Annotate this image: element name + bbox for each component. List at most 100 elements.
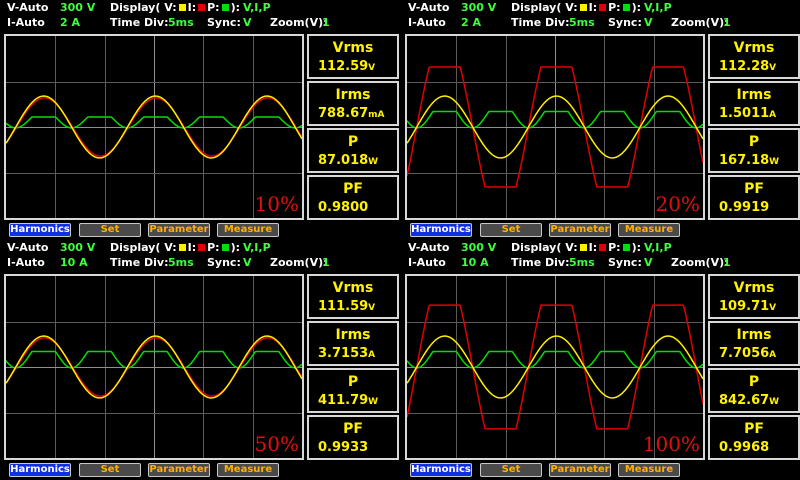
v-range-value: 300 V [60, 241, 96, 254]
load-percentage: 50% [254, 432, 299, 456]
measure-button[interactable]: Measure [618, 463, 680, 477]
parameter-button[interactable]: Parameter [549, 223, 611, 237]
measure-button[interactable]: Measure [217, 463, 279, 477]
v-mode-label: V-Auto [408, 241, 450, 254]
status-header: V-Auto 300 V I-Auto 10 A Time Div: 5ms Sync: V Z… [401, 240, 800, 272]
display-close-label: ): [230, 1, 241, 14]
set-button[interactable]: Set [79, 463, 141, 477]
display-close-label: ): [631, 1, 642, 14]
measurement-unit: mA [368, 110, 385, 120]
display-i-label: I: [187, 241, 197, 254]
measurement-pf: PF 0.9919 [708, 175, 800, 220]
measurement-name: Vrms [332, 40, 374, 56]
measurement-irms: Irms 788.67mA [307, 81, 399, 126]
parameter-button[interactable]: Parameter [148, 223, 210, 237]
set-button[interactable]: Set [79, 223, 141, 237]
i-mode-label: I-Auto [408, 16, 446, 29]
time-div-label: Time Div: [110, 256, 169, 269]
measurement-number: 112.59 [318, 59, 369, 74]
measurement-value: 3.7153A [318, 346, 375, 361]
measurement-name: Vrms [332, 280, 374, 296]
display-label: Display( V: [110, 241, 177, 254]
harmonics-button[interactable]: Harmonics [410, 223, 472, 237]
i-mode-label: I-Auto [7, 16, 45, 29]
measurement-name: Vrms [733, 280, 775, 296]
softkey-bar: Harmonics Set Parameter Measure [0, 462, 399, 478]
scope-grid [6, 36, 302, 218]
display-value: V,I,P [644, 1, 672, 14]
voltage-color-swatch [579, 4, 587, 11]
measurement-name: Irms [736, 327, 772, 343]
measurement-number: 0.9968 [719, 440, 770, 455]
display-i-label: I: [187, 1, 197, 14]
measurement-value: 112.28V [719, 59, 776, 74]
display-setting[interactable]: Display( V: I: P:): V,I,P [511, 1, 672, 15]
measurement-value: 1.5011A [719, 106, 776, 121]
measurement-vrms: Vrms 112.28V [708, 34, 800, 79]
waveform-display: 10% [4, 34, 304, 220]
set-button[interactable]: Set [480, 463, 542, 477]
measurement-vrms: Vrms 109.71V [708, 274, 800, 319]
zoom-value: 1 [322, 256, 330, 269]
measure-button[interactable]: Measure [217, 223, 279, 237]
sync-label: Sync: [207, 16, 241, 29]
measure-button[interactable]: Measure [618, 223, 680, 237]
measurement-name: Irms [736, 87, 772, 103]
waveform-display: 50% [4, 274, 304, 460]
i-range-value: 10 A [60, 256, 88, 269]
zoom-label: Zoom(V): [671, 256, 729, 269]
v-range-value: 300 V [461, 1, 497, 14]
zoom-label: Zoom(V): [671, 16, 729, 29]
measurement-panel: Vrms 112.28V Irms 1.5011A P 167.18W PF 0.9919 [708, 34, 800, 220]
measurement-unit: A [368, 350, 376, 360]
harmonics-button[interactable]: Harmonics [9, 463, 71, 477]
sync-label: Sync: [608, 16, 642, 29]
measurement-number: 0.9800 [318, 200, 369, 215]
measurement-number: 842.67 [719, 393, 770, 408]
i-range-value: 10 A [461, 256, 489, 269]
measurement-unit: W [769, 157, 780, 167]
measurement-unit: W [769, 397, 780, 407]
display-setting[interactable]: Display( V: I: P:): V,I,P [110, 1, 271, 15]
measurement-panel: Vrms 112.59V Irms 788.67mA P 87.018W PF 0.9800 [307, 34, 399, 220]
power-color-swatch [221, 4, 229, 11]
display-setting[interactable]: Display( V: I: P:): V,I,P [511, 241, 672, 255]
time-div-label: Time Div: [110, 16, 169, 29]
measurement-number: 0.9933 [318, 440, 369, 455]
sync-value: V [243, 16, 252, 29]
measurement-number: 112.28 [719, 59, 770, 74]
measurement-value: 7.7056A [719, 346, 776, 361]
display-p-label: P: [608, 1, 621, 14]
display-label: Display( V: [511, 1, 578, 14]
measurement-number: 0.9919 [719, 200, 770, 215]
power-color-swatch [622, 4, 630, 11]
scope-panel: V-Auto 300 V I-Auto 10 A Time Div: 5ms Sync: V Z… [0, 240, 399, 480]
measurement-number: 111.59 [318, 299, 369, 314]
measurement-value: 411.79W [318, 393, 378, 408]
measurement-name: P [748, 134, 760, 150]
display-setting[interactable]: Display( V: I: P:): V,I,P [110, 241, 271, 255]
v-mode-label: V-Auto [7, 1, 49, 14]
set-button[interactable]: Set [480, 223, 542, 237]
current-color-swatch [599, 4, 607, 11]
measurement-name: PF [343, 181, 363, 197]
softkey-bar: Harmonics Set Parameter Measure [0, 222, 399, 238]
parameter-button[interactable]: Parameter [148, 463, 210, 477]
measurement-value: 788.67mA [318, 106, 385, 121]
harmonics-button[interactable]: Harmonics [410, 463, 472, 477]
v-range-value: 300 V [60, 1, 96, 14]
time-div-value: 5ms [168, 16, 194, 29]
measurement-vrms: Vrms 111.59V [307, 274, 399, 319]
load-percentage: 10% [254, 192, 299, 216]
parameter-button[interactable]: Parameter [549, 463, 611, 477]
measurement-name: Vrms [733, 40, 775, 56]
harmonics-button[interactable]: Harmonics [9, 223, 71, 237]
measurement-irms: Irms 1.5011A [708, 81, 800, 126]
measurement-unit: W [368, 157, 379, 167]
display-value: V,I,P [243, 1, 271, 14]
measurement-value: 842.67W [719, 393, 779, 408]
power-color-swatch [622, 244, 630, 251]
measurement-name: Irms [335, 87, 371, 103]
measurement-name: PF [744, 421, 764, 437]
zoom-value: 1 [723, 256, 731, 269]
